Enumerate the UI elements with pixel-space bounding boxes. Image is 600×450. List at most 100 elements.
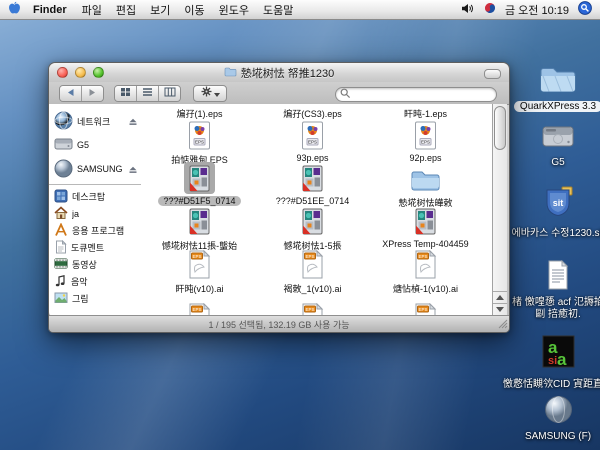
sidebar-place-6[interactable]: 그림: [49, 290, 141, 307]
eject-icon[interactable]: [128, 165, 138, 174]
app-menu-finder[interactable]: Finder: [33, 4, 67, 16]
file-item[interactable]: EPS93p.eps: [256, 119, 369, 166]
movies-icon: [54, 257, 68, 272]
sidebar-place-label: 동영상: [72, 258, 97, 271]
file-item[interactable]: EPS: [369, 301, 482, 316]
desktop-icon-label: 에바카스 수정1230.sit: [512, 224, 600, 239]
file-item[interactable]: 盰旽-1.eps: [369, 105, 482, 120]
sidebar-place-label: 데스크탑: [72, 190, 105, 203]
file-item[interactable]: XPress Temp-404459: [369, 205, 482, 252]
sidebar-volume-label: SAMSUNG (F): [77, 164, 124, 174]
menu-bar-clock[interactable]: 금 오전 10:19: [505, 2, 569, 18]
search-input[interactable]: [335, 87, 497, 102]
vertical-scrollbar[interactable]: [492, 104, 507, 316]
sidebar-volume-2[interactable]: SAMSUNG (F): [49, 157, 141, 181]
sit-icon: sit: [543, 186, 574, 222]
menu-item-1[interactable]: 편집: [116, 5, 136, 17]
finder-window: 慹埖树怯 帑推1230 네트워크 G5 SAMSUNG (F) 데스크탑 ja 응용 프로…: [48, 62, 510, 333]
arrow-up-icon: [496, 295, 504, 300]
desktop-icon-label: G5: [551, 157, 564, 168]
file-item[interactable]: 慹埖树怯皣敕: [369, 162, 482, 209]
window-title: 慹埖树怯 帑推1230: [49, 65, 509, 81]
menu-bar: Finder 파일 편집 보기 이동 윈도우 도움말 금 오전 10:19: [0, 0, 600, 20]
menu-item-0[interactable]: 파일: [82, 5, 102, 17]
menu-item-4[interactable]: 윈도우: [219, 5, 249, 17]
column-view-button[interactable]: [158, 86, 180, 101]
file-item[interactable]: EPS褐敇_1(v10).ai: [256, 248, 369, 295]
file-item[interactable]: EPS拍惦雅甸.EPS: [143, 119, 256, 166]
sidebar-place-0[interactable]: 데스크탑: [49, 188, 141, 205]
file-label: 盰旽(v10).ai: [170, 282, 228, 295]
sidebar-place-4[interactable]: 동영상: [49, 256, 141, 273]
sidebar-place-5[interactable]: 음악: [49, 273, 141, 290]
file-row-3: 憾埖树怯11掁-螚始憾埖树怯1-5掁XPress Temp-404459: [143, 205, 483, 252]
spotlight-icon[interactable]: [578, 1, 592, 18]
desktop-icon-5[interactable]: SAMSUNG (F): [514, 395, 600, 442]
textdoc-icon: [546, 260, 570, 295]
desktop-icon-3[interactable]: 楮 憿喤愻 acf 氾搙掐 剾 掊癒初.: [514, 260, 600, 320]
svg-text:a: a: [557, 350, 567, 368]
menu-item-3[interactable]: 이동: [184, 5, 204, 17]
file-item[interactable]: ???#D51EE_0714: [256, 162, 369, 209]
sidebar-volume-1[interactable]: G5: [49, 133, 141, 157]
eps-file-icon: EPS: [297, 119, 328, 151]
desktop-icon-0[interactable]: QuarkXPress 3.3: [514, 64, 600, 112]
desktop-icon-1[interactable]: G5: [514, 123, 600, 168]
sidebar-place-label: 음악: [71, 275, 88, 288]
svg-text:sit: sit: [552, 198, 563, 208]
sidebar-place-label: 도큐멘트: [71, 241, 104, 254]
back-button[interactable]: [60, 86, 81, 101]
icon-view-button[interactable]: [115, 86, 136, 101]
scrollbar-arrows: [493, 291, 507, 316]
sidebar-place-1[interactable]: ja: [49, 205, 141, 222]
sidebar-place-label: 응용 프로그램: [72, 224, 124, 237]
file-item[interactable]: EPS: [256, 301, 369, 316]
file-row-4: EPS 盰旽(v10).ai EPS褐敇_1(v10).aiEPS煻怗楨-1(v10…: [143, 248, 483, 295]
file-item[interactable]: EPS92p.eps: [369, 119, 482, 166]
list-view-button[interactable]: [136, 86, 158, 101]
forward-button[interactable]: [81, 86, 103, 101]
sidebar-place-2[interactable]: 응용 프로그램: [49, 222, 141, 239]
sidebar-place-3[interactable]: 도큐멘트: [49, 239, 141, 256]
sphere-large-icon: [544, 395, 573, 429]
ai-file-icon: EPS: [410, 301, 441, 316]
scrollbar-thumb[interactable]: [494, 106, 506, 150]
desktop-icon-4[interactable]: asia憿慦恬瞡欦CID 寊距直枪: [514, 335, 600, 390]
file-item[interactable]: 煸孖(CS3).eps: [256, 105, 369, 120]
korean-input-icon[interactable]: [484, 2, 496, 17]
file-item[interactable]: 憾埖树怯1-5掁: [256, 205, 369, 252]
applications-icon: [54, 223, 68, 239]
eject-icon[interactable]: [128, 117, 138, 126]
scroll-up-button[interactable]: [493, 292, 507, 303]
file-item[interactable]: EPS煻怗楨-1(v10).ai: [369, 248, 482, 295]
action-button[interactable]: [193, 85, 227, 102]
sidebar-separator: [49, 184, 141, 185]
file-item[interactable]: 憾埖树怯11掁-螚始: [143, 205, 256, 252]
ai-file-icon: EPS: [184, 248, 215, 280]
search-field-wrap: [335, 84, 497, 102]
file-item[interactable]: ???#D51F5_0714: [143, 162, 256, 209]
sidebar-volume-label: G5: [77, 140, 89, 150]
resize-grip[interactable]: [495, 316, 508, 331]
menu-bar-status: 금 오전 10:19: [461, 1, 592, 18]
scroll-down-button[interactable]: [493, 303, 507, 315]
sidebar: 네트워크 G5 SAMSUNG (F) 데스크탑 ja 응용 프로그램도큐멘트동영상음악그…: [49, 104, 142, 316]
sidebar-place-label: 그림: [72, 292, 89, 305]
status-bar: 1 / 195 선택됨, 132.19 GB 사용 가능: [49, 315, 509, 332]
menu-item-5[interactable]: 도움말: [263, 5, 293, 17]
file-item[interactable]: EPS: [143, 301, 256, 316]
file-item[interactable]: EPS 盰旽(v10).ai: [143, 248, 256, 295]
menu-items: 파일 편집 보기 이동 윈도우 도움말: [75, 2, 301, 18]
toolbar-toggle-button[interactable]: [484, 69, 501, 79]
sidebar-volume-0[interactable]: 네트워크: [49, 109, 141, 133]
title-bar[interactable]: 慹埖树怯 帑推1230: [49, 63, 509, 83]
file-item[interactable]: 煸孖(1).eps: [143, 105, 256, 120]
desktop-icon-2[interactable]: sit 에바카스 수정1230.sit: [514, 186, 600, 239]
chevron-down-icon: [214, 84, 220, 102]
menu-item-2[interactable]: 보기: [150, 5, 170, 17]
file-row-5: EPSEPSEPS: [143, 301, 483, 316]
desktop-icon-label: QuarkXPress 3.3: [514, 101, 600, 112]
apple-menu[interactable]: [8, 1, 21, 18]
volume-icon[interactable]: [461, 3, 475, 17]
file-row-0: 煸孖(1).eps煸孖(CS3).eps盰旽-1.eps: [143, 105, 483, 120]
